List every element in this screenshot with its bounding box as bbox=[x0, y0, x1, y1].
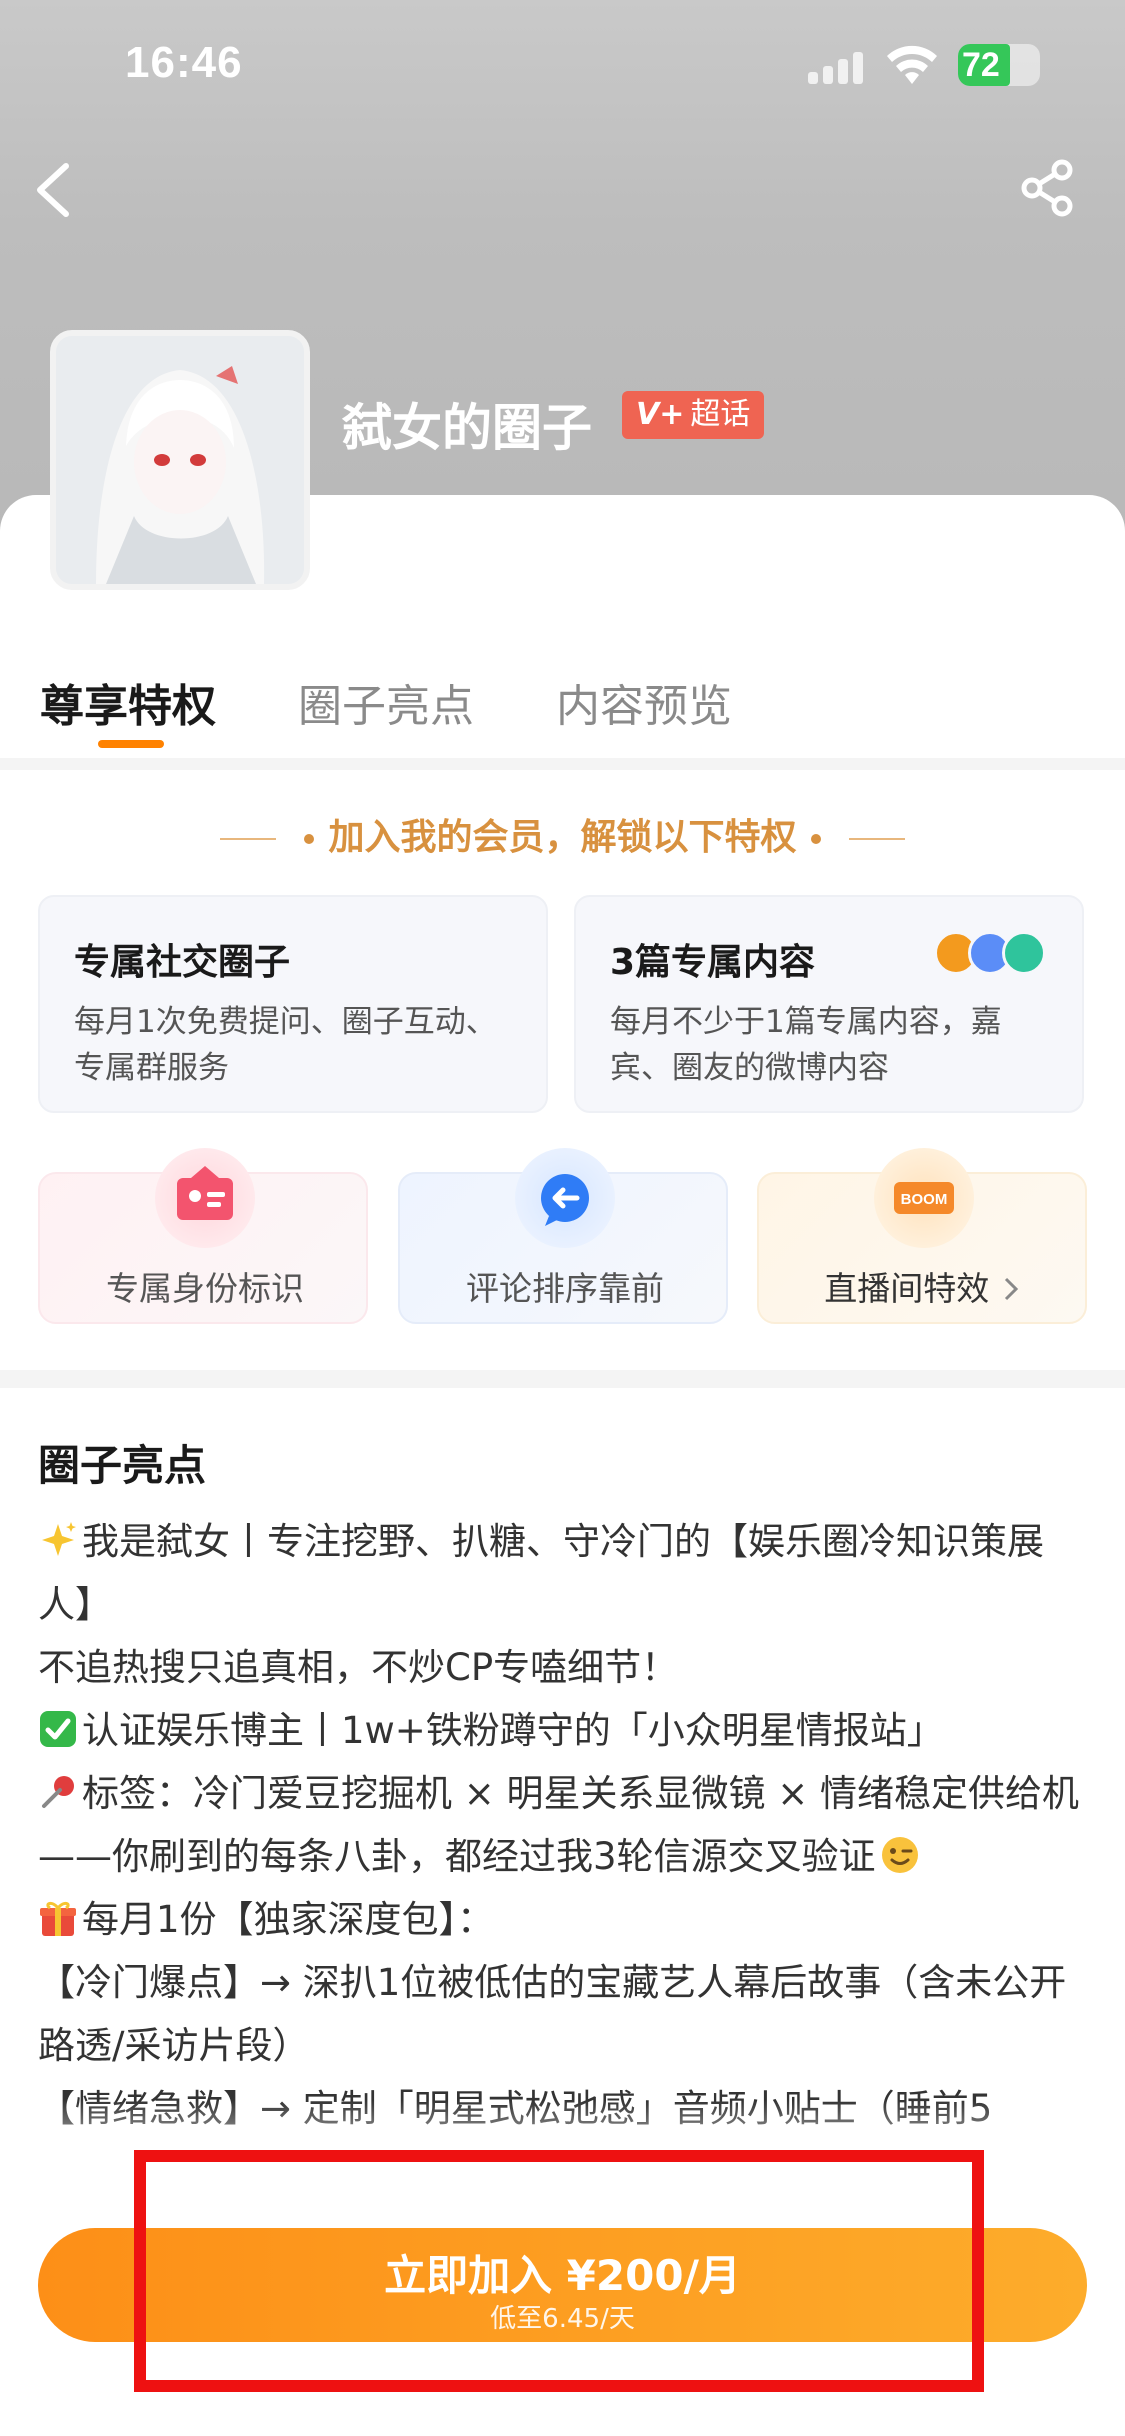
description-line: 我是弑女丨专注挖野、扒糖、守冷门的【娱乐圈冷知识策展人】 bbox=[38, 1510, 1093, 1636]
content-type-icons bbox=[934, 931, 1054, 977]
highlights-title: 圈子亮点 bbox=[38, 1441, 207, 1490]
mini-card-label: 评论排序靠前 bbox=[466, 1269, 664, 1308]
identity-badge-icon bbox=[155, 1148, 255, 1248]
description-line: 标签：冷门爱豆挖掘机 × 明星关系显微镜 × 情绪稳定供给机 bbox=[38, 1762, 1093, 1825]
super-topic-label: 超话 bbox=[690, 397, 751, 432]
mini-card-label: 专属身份标识 bbox=[106, 1269, 304, 1308]
perk-comment-priority[interactable]: 评论排序靠前 bbox=[398, 1148, 728, 1324]
highlights-description: 我是弑女丨专注挖野、扒糖、守冷门的【娱乐圈冷知识策展人】 不追热搜只追真相，不炒… bbox=[38, 1510, 1093, 2140]
circle-title: 弑女的圈子 bbox=[342, 399, 592, 457]
privileges-heading: 加入我的会员，解锁以下特权 bbox=[0, 808, 1125, 860]
mini-card-label: 直播间特效 bbox=[824, 1269, 990, 1308]
description-text: 不追热搜只追真相，不炒CP专嗑细节！ bbox=[38, 1646, 679, 1689]
avatar-illustration bbox=[56, 336, 304, 584]
perk-description: 每月1次免费提问、圈子互动、专属群服务 bbox=[74, 1004, 497, 1086]
description-line: 认证娱乐博主丨1w+铁粉蹲守的「小众明星情报站」 bbox=[38, 1699, 1093, 1762]
share-icon[interactable] bbox=[1018, 158, 1078, 218]
join-button-label: 立即加入 ¥200/月 bbox=[384, 2251, 741, 2300]
join-now-button[interactable]: 立即加入 ¥200/月 低至6.45/天 bbox=[38, 2228, 1087, 2342]
perk-title: 专属社交圈子 bbox=[74, 942, 291, 983]
join-button-price-note: 低至6.45/天 bbox=[490, 2304, 635, 2334]
tab-divider bbox=[0, 758, 1125, 770]
chevron-right-icon bbox=[1004, 1277, 1018, 1301]
description-text: 认证娱乐博主丨1w+铁粉蹲守的「小众明星情报站」 bbox=[82, 1709, 944, 1752]
check-mark-icon bbox=[40, 1711, 76, 1747]
wifi-icon bbox=[887, 45, 937, 84]
description-line: ——你刷到的每条八卦，都经过我3轮信源交叉验证 bbox=[38, 1825, 1093, 1888]
comment-priority-icon bbox=[515, 1148, 615, 1248]
battery-icon: 72 bbox=[958, 44, 1040, 86]
flash-icon bbox=[1002, 931, 1046, 975]
status-bar: 16:46 72 bbox=[0, 0, 1125, 130]
tab-privileges[interactable]: 尊享特权 bbox=[40, 670, 216, 734]
sparkles-icon bbox=[42, 1522, 76, 1556]
battery-level: 72 bbox=[962, 46, 1000, 84]
tab-content-preview[interactable]: 内容预览 bbox=[556, 670, 732, 734]
description-line: 每月1份【独家深度包】： bbox=[38, 1888, 1093, 1951]
perk-identity-badge[interactable]: 专属身份标识 bbox=[38, 1148, 368, 1324]
gift-icon bbox=[40, 1901, 76, 1936]
mini-card-label-row: 直播间特效 bbox=[759, 1262, 1089, 1310]
description-line: 【冷门爆点】→ 深扒1位被低估的宝藏艺人幕后故事（含未公开路透/采访片段） bbox=[38, 1951, 1093, 2077]
boom-effect-icon: BOOM bbox=[874, 1148, 974, 1248]
perk-live-effect[interactable]: BOOM 直播间特效 bbox=[757, 1148, 1089, 1324]
description-text: 【冷门爆点】→ 深扒1位被低估的宝藏艺人幕后故事（含未公开路透/采访片段） bbox=[38, 1961, 1067, 2067]
description-text: 每月1份【独家深度包】： bbox=[82, 1898, 495, 1941]
pushpin-icon bbox=[42, 1776, 74, 1808]
back-arrow-icon[interactable] bbox=[28, 160, 78, 220]
perk-card-exclusive-content[interactable]: 3篇专属内容 每月不少于1篇专属内容，嘉宾、圈友的微博内容 bbox=[574, 895, 1084, 1113]
perk-title: 3篇专属内容 bbox=[610, 942, 816, 983]
description-text: 标签：冷门爱豆挖掘机 × 明星关系显微镜 × 情绪稳定供给机 bbox=[82, 1772, 1080, 1815]
perk-card-social-circle[interactable]: 专属社交圈子 每月1次免费提问、圈子互动、专属群服务 bbox=[38, 895, 548, 1113]
super-topic-badge[interactable]: V+ 超话 bbox=[622, 391, 765, 439]
active-tab-indicator bbox=[98, 740, 164, 748]
v-plus-icon: V+ bbox=[636, 397, 685, 432]
circle-avatar[interactable] bbox=[50, 330, 310, 590]
section-divider bbox=[0, 1370, 1125, 1388]
tab-highlights[interactable]: 圈子亮点 bbox=[298, 670, 474, 734]
description-text: ——你刷到的每条八卦，都经过我3轮信源交叉验证 bbox=[38, 1835, 876, 1878]
perk-description: 每月不少于1篇专属内容，嘉宾、圈友的微博内容 bbox=[610, 1004, 1002, 1086]
winking-face-icon bbox=[881, 1837, 918, 1873]
status-time: 16:46 bbox=[125, 38, 243, 87]
boom-text: BOOM bbox=[901, 1191, 948, 1208]
cellular-signal-icon bbox=[808, 50, 868, 84]
privileges-heading-text: 加入我的会员，解锁以下特权 bbox=[328, 817, 797, 858]
description-line: 不追热搜只追真相，不炒CP专嗑细节！ bbox=[38, 1636, 1093, 1699]
description-text: 我是弑女丨专注挖野、扒糖、守冷门的【娱乐圈冷知识策展人】 bbox=[38, 1520, 1044, 1626]
